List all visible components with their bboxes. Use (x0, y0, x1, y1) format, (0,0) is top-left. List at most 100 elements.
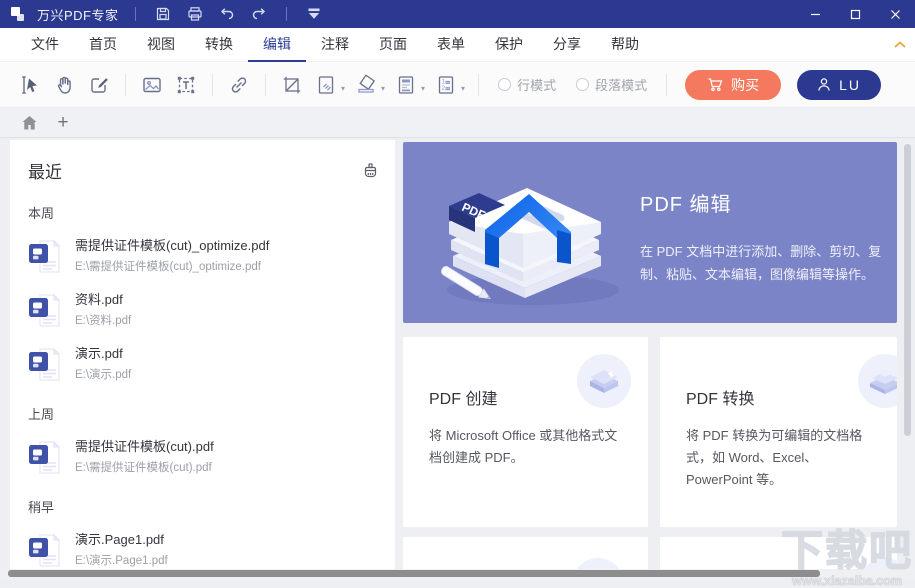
link-tool-icon[interactable] (225, 71, 253, 99)
hand-tool-icon[interactable] (51, 71, 79, 99)
menu-item[interactable]: 页面 (364, 28, 422, 62)
pdf-file-icon (28, 532, 62, 570)
minimize-button[interactable] (795, 0, 835, 28)
toolbar: ▾ ▾ ▾ 1 2 ▾ (0, 62, 915, 108)
select-tool-icon[interactable] (17, 71, 45, 99)
menu-item-label: 首页 (89, 34, 117, 54)
bates-dropdown-icon[interactable]: ▾ (461, 84, 465, 93)
line-mode-radio-circle[interactable] (498, 78, 511, 91)
menu-item-label: 帮助 (611, 34, 639, 54)
recent-file-row[interactable]: 资料.pdf E:\资料.pdf (28, 292, 381, 330)
menu-item-label: 页面 (379, 34, 407, 54)
watermark-dropdown-icon[interactable]: ▾ (341, 84, 345, 93)
horizontal-scrollbar[interactable] (8, 570, 820, 577)
recent-file-row[interactable]: 需提供证件模板(cut).pdf E:\需提供证件模板(cut).pdf (28, 439, 381, 477)
recent-file-path: E:\资料.pdf (75, 312, 131, 328)
save-icon[interactable] (152, 3, 174, 25)
app-logo-icon (10, 6, 27, 23)
pdf-edit-banner[interactable]: PDF PDF 编辑 在 PDF 文档中进行添加、删除、剪切、复制、粘贴、文本编… (403, 142, 897, 323)
window-controls (795, 0, 915, 28)
partial-card[interactable] (660, 537, 897, 570)
recent-file-info: 演示.Page1.pdf E:\演示.Page1.pdf (75, 532, 168, 568)
background-dropdown-icon[interactable]: ▾ (381, 84, 385, 93)
menu-item-label: 文件 (31, 34, 59, 54)
paragraph-mode-radio[interactable]: 段落模式 (576, 75, 647, 94)
pdf-file-icon (28, 346, 62, 384)
buy-button[interactable]: 购买 (685, 70, 781, 100)
edit-tool-icon[interactable] (85, 71, 113, 99)
recent-file-path: E:\需提供证件模板(cut).pdf (75, 459, 214, 475)
menu-item[interactable]: 转换 (190, 28, 248, 62)
app-title: 万兴PDF专家 (37, 5, 119, 24)
recent-file-path: E:\演示.pdf (75, 366, 131, 382)
menu-item[interactable]: 表单 (422, 28, 480, 62)
account-button-label: LU (839, 77, 861, 93)
header-footer-tool-icon[interactable] (392, 71, 420, 99)
recent-file-row[interactable]: 演示.Page1.pdf E:\演示.Page1.pdf (28, 532, 381, 570)
recent-section-label: 上周 (28, 404, 381, 423)
recent-file-path: E:\演示.Page1.pdf (75, 552, 168, 568)
recent-section: 上周 需提供证件模板(cut).pdf E:\需提供证件模板 (28, 404, 381, 477)
pdf-create-card[interactable]: PDF 创建 将 Microsoft Office 或其他格式文档创建成 PDF… (403, 337, 648, 527)
recent-file-name: 需提供证件模板(cut)_optimize.pdf (75, 238, 269, 255)
recent-file-name: 演示.pdf (75, 346, 131, 363)
menu-item[interactable]: 注释 (306, 28, 364, 62)
recent-panel: 最近 本周 (10, 140, 395, 578)
titlebar-left: 万兴PDF专家 (0, 3, 795, 25)
pdf-convert-title: PDF 转换 (686, 385, 754, 409)
pdf-file-icon (28, 292, 62, 330)
recent-file-info: 演示.pdf E:\演示.pdf (75, 346, 131, 382)
recent-section: 本周 需提供证件模板(cut)_optimize.pdf E (28, 203, 381, 384)
menu-item[interactable]: 文件 (16, 28, 74, 62)
titlebar: 万兴PDF专家 (0, 0, 915, 28)
banner-text: PDF 编辑 在 PDF 文档中进行添加、删除、剪切、复制、粘贴、文本编辑，图像… (640, 188, 890, 287)
menu-item[interactable]: 帮助 (596, 28, 654, 62)
paragraph-mode-radio-circle[interactable] (576, 78, 589, 91)
pdf-convert-description: 将 PDF 转换为可编辑的文档格式，如 Word、Excel、PowerPoin… (686, 425, 873, 491)
menu-item[interactable]: 分享 (538, 28, 596, 62)
account-button[interactable]: LU (797, 70, 881, 100)
crop-tool-icon[interactable] (278, 71, 306, 99)
recent-file-row[interactable]: 演示.pdf E:\演示.pdf (28, 346, 381, 384)
maximize-button[interactable] (835, 0, 875, 28)
menu-item[interactable]: 保护 (480, 28, 538, 62)
clear-recent-icon[interactable] (359, 160, 381, 182)
bates-numbering-tool-icon[interactable]: 1 2 (432, 71, 460, 99)
background-tool-icon[interactable] (352, 71, 380, 99)
svg-text:1: 1 (442, 79, 446, 85)
recent-file-row[interactable]: 需提供证件模板(cut)_optimize.pdf E:\需提供证件模板(cut… (28, 238, 381, 276)
partial-card[interactable] (403, 537, 648, 570)
recent-file-name: 资料.pdf (75, 292, 131, 309)
menu-item[interactable]: 视图 (132, 28, 190, 62)
recent-file-info: 需提供证件模板(cut)_optimize.pdf E:\需提供证件模板(cut… (75, 238, 269, 274)
home-icon (21, 115, 38, 131)
collapse-toolbar-icon[interactable] (893, 40, 907, 49)
vertical-scrollbar[interactable] (904, 144, 911, 436)
home-tab[interactable] (16, 110, 42, 136)
watermark-tool-icon[interactable] (312, 71, 340, 99)
banner-description: 在 PDF 文档中进行添加、删除、剪切、复制、粘贴、文本编辑，图像编辑等操作。 (640, 241, 890, 287)
close-button[interactable] (875, 0, 915, 28)
menu-bar: 文件 首页 视图 转换 编辑 注释 页面 表单 保护 分享 (0, 28, 915, 62)
undo-icon[interactable] (216, 3, 238, 25)
menu-item-label: 分享 (553, 34, 581, 54)
redo-icon[interactable] (248, 3, 270, 25)
menu-item-label: 编辑 (263, 34, 291, 54)
new-tab-button[interactable]: + (50, 110, 76, 136)
menu-item[interactable]: 首页 (74, 28, 132, 62)
menu-item-label: 保护 (495, 34, 523, 54)
recent-file-path: E:\需提供证件模板(cut)_optimize.pdf (75, 258, 269, 274)
menu-item-label: 注释 (321, 34, 349, 54)
customize-toolbar-icon[interactable] (303, 3, 325, 25)
recent-section-files: 需提供证件模板(cut).pdf E:\需提供证件模板(cut).pdf (28, 439, 381, 477)
menu-item[interactable]: 编辑 (248, 28, 306, 62)
pdf-create-icon (576, 353, 632, 409)
recent-section-label: 本周 (28, 203, 381, 222)
line-mode-radio[interactable]: 行模式 (498, 75, 556, 94)
text-box-tool-icon[interactable] (172, 71, 200, 99)
pdf-convert-card[interactable]: PDF 转换 将 PDF 转换为可编辑的文档格式，如 Word、Excel、Po… (660, 337, 897, 527)
image-tool-icon[interactable] (138, 71, 166, 99)
print-icon[interactable] (184, 3, 206, 25)
header-footer-dropdown-icon[interactable]: ▾ (421, 84, 425, 93)
line-mode-label: 行模式 (517, 75, 556, 94)
